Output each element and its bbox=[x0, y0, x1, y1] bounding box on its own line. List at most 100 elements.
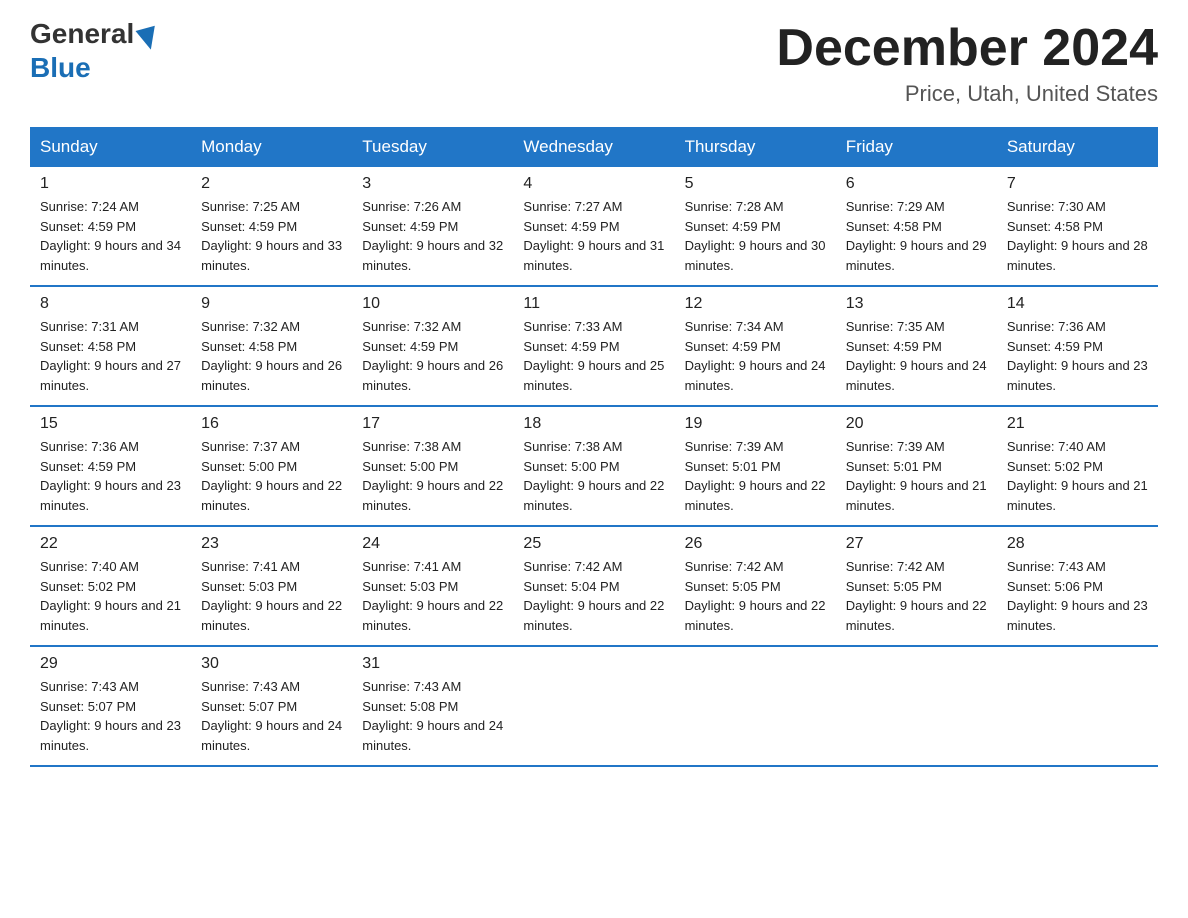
day-info: Sunrise: 7:25 AM Sunset: 4:59 PM Dayligh… bbox=[201, 197, 342, 275]
daylight-label: Daylight: 9 hours and 23 minutes. bbox=[40, 718, 181, 753]
table-row: 13 Sunrise: 7:35 AM Sunset: 4:59 PM Dayl… bbox=[836, 286, 997, 406]
calendar-week-row: 8 Sunrise: 7:31 AM Sunset: 4:58 PM Dayli… bbox=[30, 286, 1158, 406]
table-row bbox=[997, 646, 1158, 766]
daylight-label: Daylight: 9 hours and 26 minutes. bbox=[362, 358, 503, 393]
table-row: 7 Sunrise: 7:30 AM Sunset: 4:58 PM Dayli… bbox=[997, 167, 1158, 286]
sunrise-label: Sunrise: 7:33 AM bbox=[523, 319, 622, 334]
sunrise-label: Sunrise: 7:31 AM bbox=[40, 319, 139, 334]
sunrise-label: Sunrise: 7:36 AM bbox=[1007, 319, 1106, 334]
sunset-label: Sunset: 5:07 PM bbox=[40, 699, 136, 714]
day-info: Sunrise: 7:43 AM Sunset: 5:08 PM Dayligh… bbox=[362, 677, 503, 755]
day-number: 13 bbox=[846, 295, 987, 313]
day-number: 29 bbox=[40, 655, 181, 673]
day-number: 10 bbox=[362, 295, 503, 313]
sunset-label: Sunset: 5:04 PM bbox=[523, 579, 619, 594]
day-info: Sunrise: 7:34 AM Sunset: 4:59 PM Dayligh… bbox=[685, 317, 826, 395]
day-number: 7 bbox=[1007, 175, 1148, 193]
sunset-label: Sunset: 5:02 PM bbox=[40, 579, 136, 594]
sunset-label: Sunset: 4:59 PM bbox=[40, 219, 136, 234]
sunset-label: Sunset: 5:05 PM bbox=[685, 579, 781, 594]
day-number: 19 bbox=[685, 415, 826, 433]
calendar-table: Sunday Monday Tuesday Wednesday Thursday… bbox=[30, 127, 1158, 767]
day-info: Sunrise: 7:35 AM Sunset: 4:59 PM Dayligh… bbox=[846, 317, 987, 395]
table-row: 21 Sunrise: 7:40 AM Sunset: 5:02 PM Dayl… bbox=[997, 406, 1158, 526]
sunrise-label: Sunrise: 7:40 AM bbox=[1007, 439, 1106, 454]
table-row: 25 Sunrise: 7:42 AM Sunset: 5:04 PM Dayl… bbox=[513, 526, 674, 646]
daylight-label: Daylight: 9 hours and 31 minutes. bbox=[523, 238, 664, 273]
sunset-label: Sunset: 4:58 PM bbox=[846, 219, 942, 234]
sunrise-label: Sunrise: 7:38 AM bbox=[523, 439, 622, 454]
sunrise-label: Sunrise: 7:42 AM bbox=[685, 559, 784, 574]
table-row: 1 Sunrise: 7:24 AM Sunset: 4:59 PM Dayli… bbox=[30, 167, 191, 286]
title-block: December 2024 Price, Utah, United States bbox=[776, 20, 1158, 107]
daylight-label: Daylight: 9 hours and 22 minutes. bbox=[362, 478, 503, 513]
sunset-label: Sunset: 5:01 PM bbox=[685, 459, 781, 474]
sunrise-label: Sunrise: 7:37 AM bbox=[201, 439, 300, 454]
day-info: Sunrise: 7:36 AM Sunset: 4:59 PM Dayligh… bbox=[40, 437, 181, 515]
table-row: 8 Sunrise: 7:31 AM Sunset: 4:58 PM Dayli… bbox=[30, 286, 191, 406]
sunset-label: Sunset: 5:05 PM bbox=[846, 579, 942, 594]
day-info: Sunrise: 7:40 AM Sunset: 5:02 PM Dayligh… bbox=[1007, 437, 1148, 515]
day-info: Sunrise: 7:37 AM Sunset: 5:00 PM Dayligh… bbox=[201, 437, 342, 515]
daylight-label: Daylight: 9 hours and 28 minutes. bbox=[1007, 238, 1148, 273]
logo: General Blue bbox=[30, 20, 162, 84]
table-row bbox=[675, 646, 836, 766]
table-row: 26 Sunrise: 7:42 AM Sunset: 5:05 PM Dayl… bbox=[675, 526, 836, 646]
calendar-week-row: 29 Sunrise: 7:43 AM Sunset: 5:07 PM Dayl… bbox=[30, 646, 1158, 766]
day-info: Sunrise: 7:41 AM Sunset: 5:03 PM Dayligh… bbox=[201, 557, 342, 635]
day-info: Sunrise: 7:24 AM Sunset: 4:59 PM Dayligh… bbox=[40, 197, 181, 275]
sunset-label: Sunset: 5:00 PM bbox=[523, 459, 619, 474]
table-row bbox=[836, 646, 997, 766]
sunset-label: Sunset: 4:59 PM bbox=[523, 339, 619, 354]
day-number: 30 bbox=[201, 655, 342, 673]
logo-text-general: General bbox=[30, 20, 134, 48]
day-number: 15 bbox=[40, 415, 181, 433]
day-number: 5 bbox=[685, 175, 826, 193]
day-number: 18 bbox=[523, 415, 664, 433]
daylight-label: Daylight: 9 hours and 24 minutes. bbox=[846, 358, 987, 393]
sunset-label: Sunset: 4:59 PM bbox=[846, 339, 942, 354]
day-info: Sunrise: 7:42 AM Sunset: 5:04 PM Dayligh… bbox=[523, 557, 664, 635]
day-number: 6 bbox=[846, 175, 987, 193]
daylight-label: Daylight: 9 hours and 22 minutes. bbox=[685, 478, 826, 513]
table-row: 14 Sunrise: 7:36 AM Sunset: 4:59 PM Dayl… bbox=[997, 286, 1158, 406]
daylight-label: Daylight: 9 hours and 23 minutes. bbox=[1007, 358, 1148, 393]
day-number: 11 bbox=[523, 295, 664, 313]
header-wednesday: Wednesday bbox=[513, 127, 674, 167]
sunset-label: Sunset: 5:03 PM bbox=[362, 579, 458, 594]
sunrise-label: Sunrise: 7:30 AM bbox=[1007, 199, 1106, 214]
day-number: 4 bbox=[523, 175, 664, 193]
day-info: Sunrise: 7:33 AM Sunset: 4:59 PM Dayligh… bbox=[523, 317, 664, 395]
day-info: Sunrise: 7:43 AM Sunset: 5:06 PM Dayligh… bbox=[1007, 557, 1148, 635]
sunset-label: Sunset: 4:59 PM bbox=[362, 219, 458, 234]
day-info: Sunrise: 7:39 AM Sunset: 5:01 PM Dayligh… bbox=[685, 437, 826, 515]
day-number: 22 bbox=[40, 535, 181, 553]
day-number: 24 bbox=[362, 535, 503, 553]
table-row: 19 Sunrise: 7:39 AM Sunset: 5:01 PM Dayl… bbox=[675, 406, 836, 526]
header-friday: Friday bbox=[836, 127, 997, 167]
header-thursday: Thursday bbox=[675, 127, 836, 167]
sunset-label: Sunset: 5:08 PM bbox=[362, 699, 458, 714]
header-monday: Monday bbox=[191, 127, 352, 167]
daylight-label: Daylight: 9 hours and 34 minutes. bbox=[40, 238, 181, 273]
day-info: Sunrise: 7:42 AM Sunset: 5:05 PM Dayligh… bbox=[685, 557, 826, 635]
table-row: 29 Sunrise: 7:43 AM Sunset: 5:07 PM Dayl… bbox=[30, 646, 191, 766]
daylight-label: Daylight: 9 hours and 24 minutes. bbox=[362, 718, 503, 753]
daylight-label: Daylight: 9 hours and 22 minutes. bbox=[685, 598, 826, 633]
day-number: 28 bbox=[1007, 535, 1148, 553]
table-row: 28 Sunrise: 7:43 AM Sunset: 5:06 PM Dayl… bbox=[997, 526, 1158, 646]
table-row: 17 Sunrise: 7:38 AM Sunset: 5:00 PM Dayl… bbox=[352, 406, 513, 526]
table-row: 16 Sunrise: 7:37 AM Sunset: 5:00 PM Dayl… bbox=[191, 406, 352, 526]
daylight-label: Daylight: 9 hours and 22 minutes. bbox=[846, 598, 987, 633]
day-info: Sunrise: 7:27 AM Sunset: 4:59 PM Dayligh… bbox=[523, 197, 664, 275]
table-row: 5 Sunrise: 7:28 AM Sunset: 4:59 PM Dayli… bbox=[675, 167, 836, 286]
sunrise-label: Sunrise: 7:39 AM bbox=[685, 439, 784, 454]
day-number: 16 bbox=[201, 415, 342, 433]
table-row: 15 Sunrise: 7:36 AM Sunset: 4:59 PM Dayl… bbox=[30, 406, 191, 526]
day-number: 1 bbox=[40, 175, 181, 193]
sunrise-label: Sunrise: 7:29 AM bbox=[846, 199, 945, 214]
table-row: 22 Sunrise: 7:40 AM Sunset: 5:02 PM Dayl… bbox=[30, 526, 191, 646]
daylight-label: Daylight: 9 hours and 21 minutes. bbox=[40, 598, 181, 633]
daylight-label: Daylight: 9 hours and 21 minutes. bbox=[846, 478, 987, 513]
sunrise-label: Sunrise: 7:24 AM bbox=[40, 199, 139, 214]
